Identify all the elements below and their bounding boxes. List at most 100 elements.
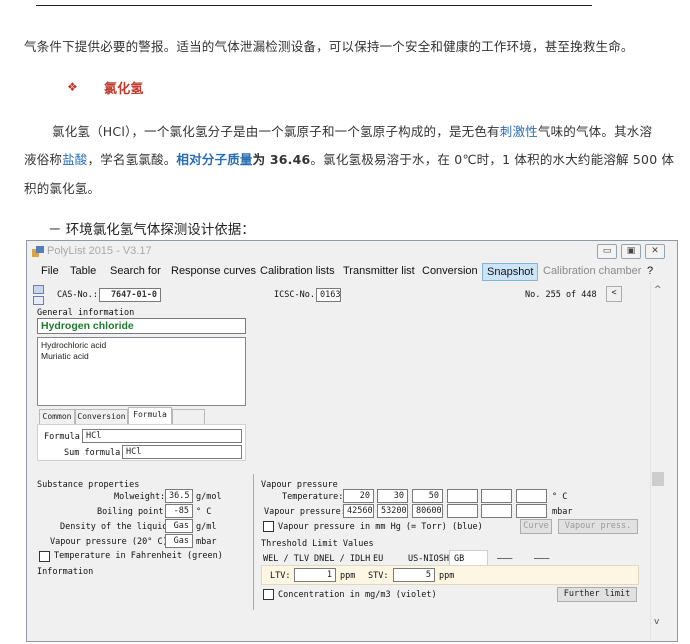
menu-table[interactable]: Table xyxy=(70,265,96,277)
pressure-field[interactable] xyxy=(481,504,512,518)
stv-field[interactable]: 5 xyxy=(393,568,435,582)
ltv-label: LTV: xyxy=(270,571,291,581)
molweight-label: Molweight: xyxy=(114,492,166,502)
tab-gb[interactable]: GB xyxy=(449,550,488,565)
pressure-field[interactable] xyxy=(516,504,547,518)
tlv-label: Threshold Limit Values xyxy=(261,539,374,549)
scroll-up-icon[interactable]: ^ xyxy=(654,285,662,295)
top-rule xyxy=(36,5,592,6)
tab-common[interactable]: Common xyxy=(39,409,75,424)
tab-conversion[interactable]: Conversion xyxy=(75,409,128,424)
tab-blank[interactable] xyxy=(172,409,205,424)
cas-number-field[interactable]: 7647-01-0 xyxy=(99,288,161,302)
formula-label: Formula xyxy=(44,432,80,442)
menu-help[interactable]: ? xyxy=(647,265,653,277)
temperature-field[interactable] xyxy=(481,489,512,503)
formula-tab-panel: Formula HCl Sum formula: HCl xyxy=(37,424,246,461)
link-molecular-mass[interactable]: 相对分子质量 xyxy=(176,152,252,167)
menu-transmitter-list[interactable]: Transmitter list xyxy=(343,265,415,277)
pressure-field[interactable] xyxy=(447,504,478,518)
close-button[interactable]: ✕ xyxy=(645,244,665,259)
boiling-point-field[interactable]: -85 xyxy=(165,504,193,518)
further-limit-button[interactable]: Further limit xyxy=(557,587,637,602)
link-irritant[interactable]: 刺激性 xyxy=(500,124,538,139)
scrollbar-thumb[interactable] xyxy=(652,472,664,486)
sum-formula-field[interactable]: HCl xyxy=(122,445,242,459)
temperature-field[interactable] xyxy=(447,489,478,503)
paragraph-2-line-3: 积的氯化氢。 xyxy=(24,181,101,196)
menu-snapshot[interactable]: Snapshot xyxy=(482,263,539,281)
tab-wel-tlv[interactable]: WEL / TLV xyxy=(263,554,309,564)
tab-eu[interactable]: EU xyxy=(373,554,383,564)
menu-file[interactable]: File xyxy=(41,265,59,277)
density-field[interactable]: Gas xyxy=(165,519,193,533)
ltv-unit: ppm xyxy=(340,571,356,581)
title-bar: PolyList 2015 - V3.17 ▭ ▣ ✕ xyxy=(27,241,677,263)
vertical-scrollbar[interactable] xyxy=(650,282,667,641)
concentration-checkbox[interactable] xyxy=(263,589,274,600)
temperature-field[interactable]: 50 xyxy=(412,489,443,503)
tab-blank-1[interactable]: ——— xyxy=(497,554,512,564)
menu-calibration-chamber[interactable]: Calibration chamber xyxy=(543,265,641,277)
formula-field[interactable]: HCl xyxy=(82,429,242,443)
temperature-field[interactable] xyxy=(516,489,547,503)
sub-heading: － 环境氯化氢气体探测设计依据： xyxy=(48,222,255,238)
previous-record-button[interactable]: < xyxy=(606,286,622,302)
synonyms-list[interactable]: Hydrochloric acid Muriatic acid xyxy=(37,337,246,406)
substance-name-field[interactable]: Hydrogen chloride xyxy=(37,318,246,334)
density-label: Density of the liquid: xyxy=(60,522,173,532)
link-hydrochloric-acid[interactable]: 盐酸 xyxy=(62,152,87,167)
maximize-button[interactable]: ▣ xyxy=(621,244,641,259)
pressure-field[interactable]: 42560 xyxy=(343,504,374,518)
temperature-field[interactable]: 20 xyxy=(343,489,374,503)
information-label: Information xyxy=(37,567,94,577)
window-title: PolyList 2015 - V3.17 xyxy=(47,245,152,257)
tlv-panel: LTV: 1 ppm STV: 5 ppm xyxy=(261,565,639,585)
menu-search-for[interactable]: Search for xyxy=(110,265,161,277)
pressure-field[interactable]: 53200 xyxy=(377,504,408,518)
mmhg-checkbox[interactable] xyxy=(263,521,274,532)
menu-calibration-lists[interactable]: Calibration lists xyxy=(260,265,335,277)
boiling-point-label: Boiling point: xyxy=(97,507,169,517)
temperature-field[interactable]: 30 xyxy=(377,489,408,503)
paragraph-2-line-1: 氯化氢（HCl），一个氯化氢分子是由一个氯原子和一个氢原子构成的，是无色有刺激性… xyxy=(52,121,652,140)
molweight-field[interactable]: 36.5 xyxy=(165,489,193,503)
ltv-field[interactable]: 1 xyxy=(294,568,336,582)
vapour-press-button[interactable]: Vapour press. xyxy=(558,519,638,534)
icsc-number-field[interactable]: 0163 xyxy=(316,288,341,302)
pressure-field[interactable]: 80600 xyxy=(412,504,443,518)
record-icon[interactable] xyxy=(33,285,44,294)
concentration-label: Concentration in mg/m3 (violet) xyxy=(278,590,437,600)
tab-us-niosh[interactable]: US-NIOSH xyxy=(408,554,449,564)
section-heading: 氯化氢 xyxy=(104,82,144,97)
temperature-label: Temperature: xyxy=(282,492,344,502)
text: 气味的气体。其水溶 xyxy=(537,124,653,139)
vp20-field[interactable]: Gas xyxy=(165,534,193,548)
molecular-mass-value: 为 36.46 xyxy=(252,152,311,167)
paragraph-1: 气条件下提供必要的警报。适当的气体泄漏检测设备，可以保持一个安全和健康的工作环境… xyxy=(24,39,634,54)
app-icon xyxy=(32,246,44,257)
synonym-item[interactable]: Hydrochloric acid xyxy=(38,338,245,351)
polylist-window: PolyList 2015 - V3.17 ▭ ▣ ✕ File Table S… xyxy=(26,240,678,642)
text: 液俗称 xyxy=(24,152,63,167)
record-counter: No. 255 of 448 xyxy=(525,290,597,300)
tab-gb-label: GB xyxy=(454,554,465,564)
minimize-button[interactable]: ▭ xyxy=(597,244,617,259)
tab-blank-2[interactable]: ——— xyxy=(534,554,549,564)
panel-divider xyxy=(253,474,254,610)
record-icon-2[interactable] xyxy=(33,296,44,305)
boiling-point-unit: ° C xyxy=(196,507,212,517)
general-info-label: General information xyxy=(37,308,135,318)
molweight-unit: g/mol xyxy=(196,492,222,502)
fahrenheit-checkbox[interactable] xyxy=(39,551,50,562)
tab-formula[interactable]: Formula xyxy=(128,407,172,424)
vp20-label: Vapour pressure (20° C): xyxy=(50,537,173,547)
curve-button[interactable]: Curve xyxy=(520,519,552,534)
scroll-down-icon[interactable]: v xyxy=(654,617,659,627)
density-unit: g/ml xyxy=(196,522,217,532)
tab-dnel-idlh[interactable]: DNEL / IDLH xyxy=(314,554,370,564)
menu-conversion[interactable]: Conversion xyxy=(422,265,478,277)
synonym-item[interactable]: Muriatic acid xyxy=(38,351,245,362)
menu-response-curves[interactable]: Response curves xyxy=(171,265,256,277)
icsc-label: ICSC-No. xyxy=(274,290,315,300)
